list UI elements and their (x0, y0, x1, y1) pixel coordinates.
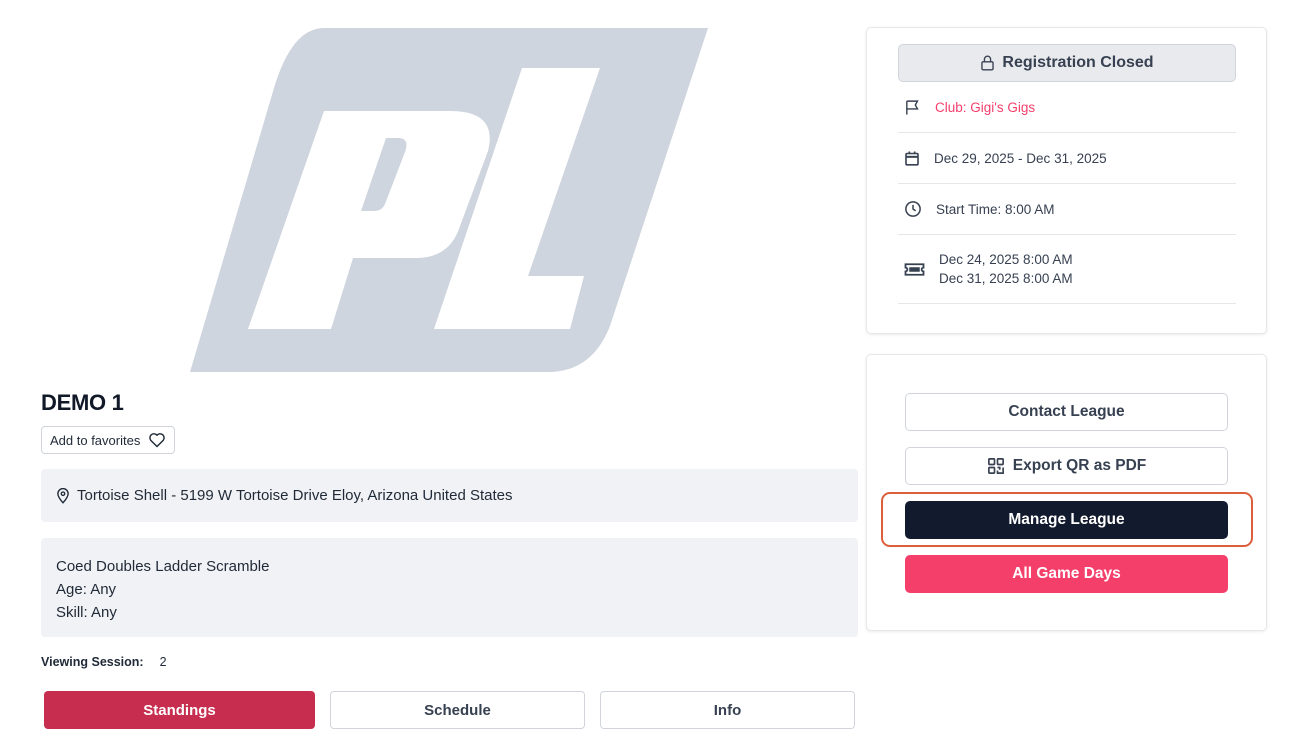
club-row: Club: Gigi's Gigs (898, 83, 1236, 133)
flag-icon (906, 100, 919, 115)
registration-window: Dec 24, 2025 8:00 AM Dec 31, 2025 8:00 A… (939, 250, 1073, 288)
calendar-icon (905, 151, 919, 166)
league-title: DEMO 1 (41, 390, 124, 415)
contact-league-button[interactable]: Contact League (905, 393, 1228, 431)
viewing-session: Viewing Session: 2 (41, 655, 167, 669)
map-pin-icon (57, 487, 69, 504)
qr-code-icon (987, 458, 1004, 474)
dates-row: Dec 29, 2025 - Dec 31, 2025 (898, 133, 1236, 184)
registration-status-label: Registration Closed (1002, 54, 1154, 71)
league-age: Age: Any (56, 581, 117, 598)
tab-info[interactable]: Info (600, 691, 855, 729)
registration-window-row: Dec 24, 2025 8:00 AM Dec 31, 2025 8:00 A… (898, 235, 1236, 304)
league-dates: Dec 29, 2025 - Dec 31, 2025 (934, 150, 1107, 166)
add-to-favorites-button[interactable]: Add to favorites (41, 426, 176, 454)
manage-league-button[interactable]: Manage League (905, 501, 1228, 539)
registration-close-date: Dec 31, 2025 8:00 AM (939, 271, 1073, 286)
viewing-session-label: Viewing Session: (41, 655, 144, 669)
viewing-session-value: 2 (159, 655, 167, 669)
league-details-panel: Coed Doubles Ladder Scramble Age: Any Sk… (41, 538, 858, 637)
start-time-row: Start Time: 8:00 AM (898, 184, 1236, 235)
league-format: Coed Doubles Ladder Scramble (56, 558, 270, 575)
all-game-days-button[interactable]: All Game Days (905, 555, 1228, 593)
club-link[interactable]: Club: Gigi's Gigs (935, 100, 1035, 115)
registration-status-button[interactable]: Registration Closed (898, 44, 1236, 82)
clock-icon (905, 201, 921, 217)
league-skill: Skill: Any (56, 604, 117, 621)
heart-icon (149, 433, 166, 448)
start-time: Start Time: 8:00 AM (936, 201, 1055, 217)
location-panel: Tortoise Shell - 5199 W Tortoise Drive E… (41, 469, 858, 522)
tab-schedule[interactable]: Schedule (330, 691, 585, 729)
location-text: Tortoise Shell - 5199 W Tortoise Drive E… (77, 487, 513, 504)
league-info-card: Registration Closed Club: Gigi's Gigs De… (866, 27, 1267, 334)
league-actions-card: Contact League Export QR as PDF Manage L… (866, 354, 1267, 631)
lock-icon (981, 55, 995, 71)
ticket-icon (904, 262, 925, 276)
pl-logo (190, 28, 708, 372)
tab-standings[interactable]: Standings (44, 691, 315, 729)
export-qr-button[interactable]: Export QR as PDF (905, 447, 1228, 485)
favorites-label: Add to favorites (50, 432, 141, 448)
league-page: DEMO 1 Add to favorites Tortoise Shell -… (0, 0, 1294, 750)
export-qr-label: Export QR as PDF (1012, 457, 1147, 474)
registration-open-date: Dec 24, 2025 8:00 AM (939, 252, 1073, 267)
